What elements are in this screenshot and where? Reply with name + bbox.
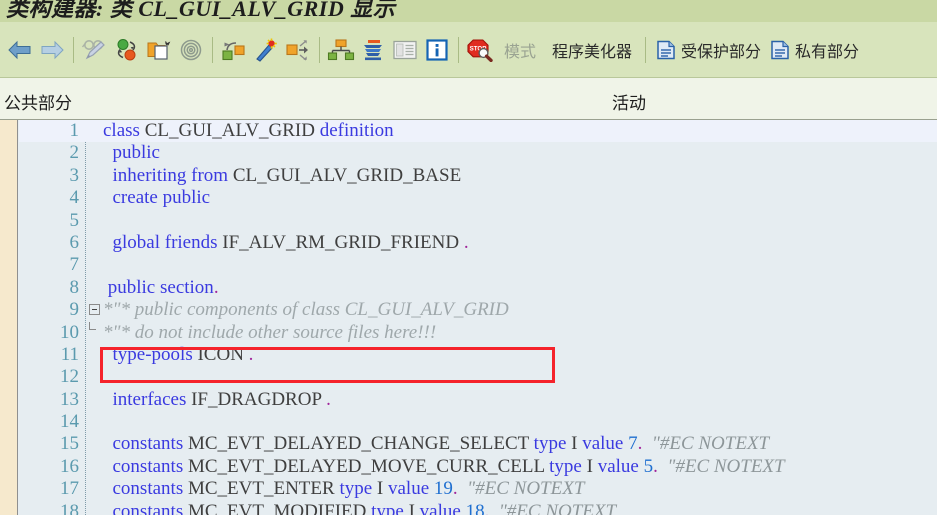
toolbar-divider bbox=[73, 36, 74, 63]
code-line[interactable]: 8 public section. bbox=[19, 277, 937, 299]
code-line[interactable]: 1 class CL_GUI_ALV_GRID definition bbox=[19, 120, 937, 143]
class-builder-icon[interactable] bbox=[219, 35, 249, 65]
line-number: 18 bbox=[60, 500, 79, 515]
toolbar-divider bbox=[458, 36, 459, 63]
line-number: 9 bbox=[69, 299, 80, 321]
line-number: 16 bbox=[60, 455, 79, 477]
code-editor[interactable]: 1 class CL_GUI_ALV_GRID definition 2 publi… bbox=[0, 120, 937, 515]
code-line[interactable]: 16 constants MC_EVT_DELAYED_MOVE_CURR_CE… bbox=[19, 456, 937, 478]
fold-collapse-icon[interactable] bbox=[89, 304, 100, 316]
copy-object-icon[interactable] bbox=[144, 35, 174, 65]
document-icon bbox=[655, 39, 677, 61]
code-line[interactable]: 7 bbox=[19, 254, 937, 276]
public-section-label: 公共部分 bbox=[4, 94, 72, 113]
document-icon bbox=[769, 39, 791, 61]
code-line[interactable]: 4 create public bbox=[19, 187, 937, 209]
code-line-text: interfaces IF_DRAGDROP . bbox=[103, 388, 331, 410]
line-number: 6 bbox=[69, 231, 80, 253]
line-number: 13 bbox=[60, 388, 79, 410]
private-section-label: 私有部分 bbox=[795, 43, 860, 61]
code-line[interactable]: 18 constants MC_EVT_MODIFIED type I valu… bbox=[19, 501, 937, 515]
line-number: 15 bbox=[60, 433, 79, 455]
fold-end-icon bbox=[89, 321, 96, 330]
window-title-bar: 类构建器: 类 CL_GUI_ALV_GRID 显示 bbox=[0, 0, 937, 22]
code-line-text: public bbox=[103, 142, 161, 164]
line-number: 11 bbox=[60, 343, 79, 365]
back-arrow-icon[interactable] bbox=[5, 35, 35, 65]
code-area[interactable]: 1 class CL_GUI_ALV_GRID definition 2 publi… bbox=[19, 120, 937, 515]
display-change-icon[interactable] bbox=[80, 35, 110, 65]
page-title: 类构建器: 类 CL_GUI_ALV_GRID 显示 bbox=[6, 0, 396, 21]
line-number: 7 bbox=[69, 254, 80, 276]
hierarchy-icon[interactable] bbox=[326, 35, 356, 65]
code-line-text: *"* do not include other source files he… bbox=[103, 321, 437, 343]
toolbar-divider bbox=[319, 36, 320, 63]
line-number: 8 bbox=[69, 276, 80, 298]
line-number: 10 bbox=[60, 321, 79, 343]
line-number: 1 bbox=[69, 120, 80, 141]
code-line[interactable]: 11 type-pools ICON . bbox=[19, 344, 937, 366]
code-line-text: constants MC_EVT_ENTER type I value 19. … bbox=[103, 478, 585, 500]
breakpoint-stop-icon[interactable]: STOP bbox=[465, 35, 495, 65]
pretty-printer-wand-icon[interactable] bbox=[251, 35, 281, 65]
toolbar-divider bbox=[212, 36, 213, 63]
line-number: 14 bbox=[60, 411, 79, 433]
forward-arrow-icon[interactable] bbox=[37, 35, 67, 65]
pretty-printer-button[interactable]: 程序美化器 bbox=[552, 38, 632, 62]
line-number: 12 bbox=[60, 366, 79, 388]
list-view-icon[interactable] bbox=[390, 35, 420, 65]
class-builder-window: 类构建器: 类 CL_GUI_ALV_GRID 显示 STOP 模式 程序美化器… bbox=[0, 0, 937, 515]
code-line[interactable]: 9 *"* public components of class CL_GUI_A… bbox=[19, 299, 937, 321]
where-used-icon[interactable] bbox=[176, 35, 206, 65]
section-header-bar: 公共部分 活动 bbox=[0, 78, 937, 120]
line-number: 3 bbox=[69, 164, 80, 186]
active-status-label: 活动 bbox=[612, 94, 646, 113]
code-line-text: inheriting from CL_GUI_ALV_GRID_BASE bbox=[103, 164, 462, 186]
code-line-text: *"* public components of class CL_GUI_AL… bbox=[103, 299, 509, 321]
code-line-text: type-pools ICON . bbox=[103, 343, 254, 365]
private-section-button[interactable]: 私有部分 bbox=[769, 38, 863, 62]
code-lines-container: 1 class CL_GUI_ALV_GRID definition 2 publi… bbox=[19, 120, 937, 515]
code-line[interactable]: 6 global friends IF_ALV_RM_GRID_FRIEND . bbox=[19, 232, 937, 254]
code-line-text: constants MC_EVT_DELAYED_CHANGE_SELECT t… bbox=[103, 433, 770, 455]
code-line-text: create public bbox=[103, 187, 211, 209]
code-line-text: constants MC_EVT_MODIFIED type I value 1… bbox=[103, 500, 617, 515]
editor-left-margin bbox=[0, 120, 18, 515]
protected-section-label: 受保护部分 bbox=[681, 43, 762, 61]
code-line[interactable]: 12 bbox=[19, 366, 937, 388]
layers-icon[interactable] bbox=[358, 35, 388, 65]
code-line[interactable]: 5 bbox=[19, 210, 937, 232]
code-line[interactable]: 14 bbox=[19, 411, 937, 433]
code-line[interactable]: 3 inheriting from CL_GUI_ALV_GRID_BASE bbox=[19, 165, 937, 187]
code-line[interactable]: 17 constants MC_EVT_ENTER type I value 1… bbox=[19, 478, 937, 500]
code-line-text: global friends IF_ALV_RM_GRID_FRIEND . bbox=[103, 231, 469, 253]
line-number: 17 bbox=[60, 478, 79, 500]
main-toolbar: STOP 模式 程序美化器 受保护部分 私有部分 bbox=[0, 22, 937, 78]
code-line[interactable]: 2 public bbox=[19, 142, 937, 164]
activate-inactive-icon[interactable] bbox=[112, 35, 142, 65]
protected-section-button[interactable]: 受保护部分 bbox=[655, 38, 765, 62]
line-number: 4 bbox=[69, 187, 80, 209]
line-number: 2 bbox=[69, 142, 80, 164]
code-line[interactable]: 13 interfaces IF_DRAGDROP . bbox=[19, 389, 937, 411]
toolbar-divider bbox=[645, 36, 647, 63]
info-icon[interactable] bbox=[422, 35, 452, 65]
expand-object-icon[interactable] bbox=[283, 35, 313, 65]
code-line-text: constants MC_EVT_DELAYED_MOVE_CURR_CELL … bbox=[103, 455, 785, 477]
code-line[interactable]: 15 constants MC_EVT_DELAYED_CHANGE_SELEC… bbox=[19, 433, 937, 455]
line-number: 5 bbox=[69, 209, 80, 231]
mode-button[interactable]: 模式 bbox=[504, 38, 536, 62]
code-line[interactable]: 10 *"* do not include other source files … bbox=[19, 321, 937, 344]
code-line-text: public section. bbox=[103, 276, 219, 298]
code-line-text: class CL_GUI_ALV_GRID definition bbox=[103, 120, 394, 141]
